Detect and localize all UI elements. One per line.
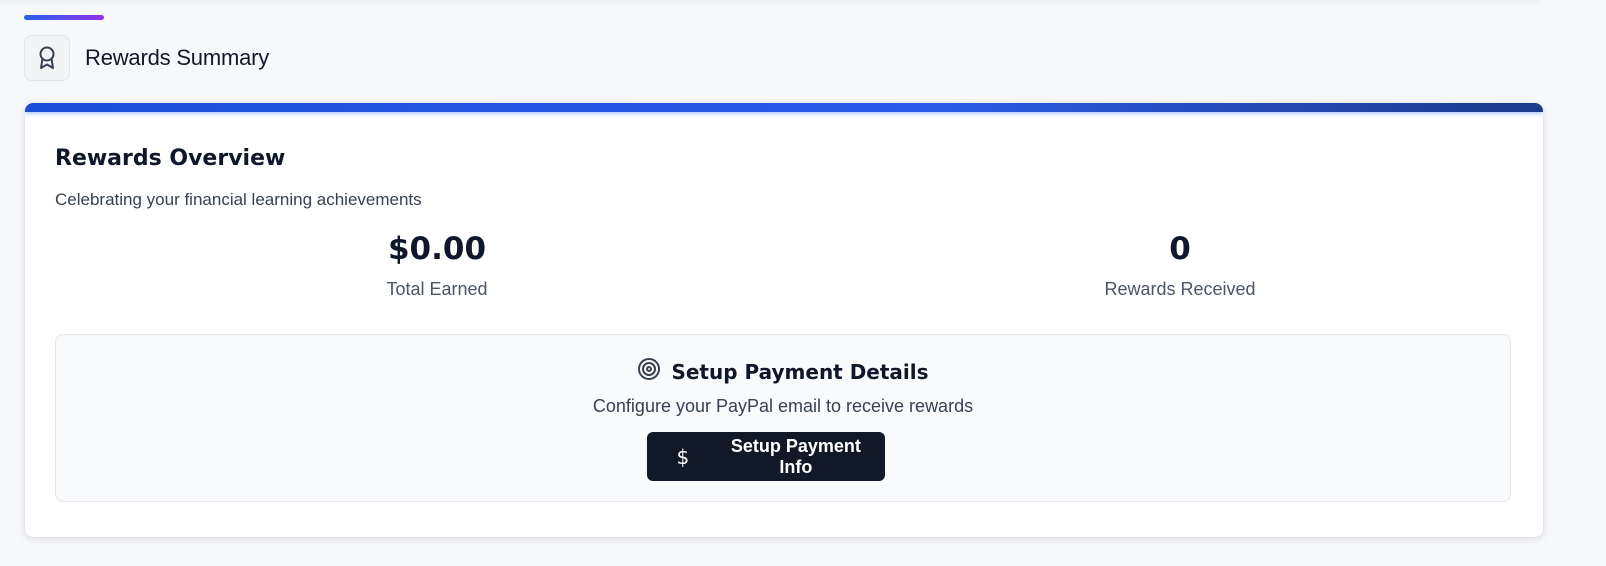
payment-setup-panel: Setup Payment Details Configure your Pay…: [55, 334, 1511, 502]
payment-heading: Setup Payment Details: [56, 357, 1510, 386]
stat-rewards-received: 0 Rewards Received: [1030, 230, 1330, 300]
card-accent-bar: [25, 103, 1543, 112]
payment-title: Setup Payment Details: [671, 359, 929, 384]
overview-title: Rewards Overview: [55, 146, 286, 171]
section-title: Rewards Summary: [85, 45, 270, 70]
stat-total-earned: $0.00 Total Earned: [287, 230, 587, 300]
section-header: Rewards Summary: [24, 34, 269, 82]
dollar-icon: $: [676, 444, 690, 469]
payment-subtitle: Configure your PayPal email to receive r…: [592, 396, 974, 416]
top-shadow: [0, 0, 1540, 8]
setup-payment-button[interactable]: $ Setup Payment Info: [647, 432, 885, 481]
setup-payment-button-label: Setup Payment Info: [730, 435, 861, 477]
award-icon: [24, 35, 70, 81]
target-icon: [637, 357, 661, 386]
rewards-received-value: 0: [1169, 231, 1191, 267]
overview-subtitle: Celebrating your financial learning achi…: [55, 190, 422, 209]
accent-bar: [24, 15, 104, 20]
rewards-received-label: Rewards Received: [1104, 279, 1256, 299]
total-earned-label: Total Earned: [386, 279, 488, 299]
total-earned-value: $0.00: [387, 231, 487, 267]
rewards-overview-card: Rewards Overview Celebrating your financ…: [25, 103, 1543, 537]
